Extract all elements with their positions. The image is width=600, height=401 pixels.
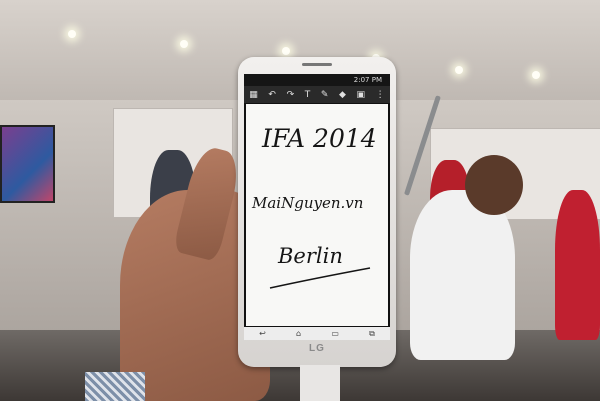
- ceiling-light: [282, 47, 290, 55]
- pen-icon[interactable]: ✎: [321, 90, 329, 100]
- eraser-icon[interactable]: ◆: [339, 90, 346, 100]
- handwriting-line-2: MaiNguyen.vn: [252, 194, 364, 212]
- grid-icon[interactable]: ▦: [249, 90, 258, 100]
- background-person-white-shirt: [410, 190, 515, 360]
- phone-screen: 2:07 PM ▦ ↶ ↷ T ✎ ◆ ▣ ⋮ IFA 2014 MaiNguy…: [244, 74, 390, 340]
- background-person: [555, 190, 600, 340]
- back-icon[interactable]: ↩: [259, 329, 266, 338]
- cable-dock: [300, 365, 340, 401]
- brand-logo: LG: [309, 343, 325, 354]
- memo-toolbar: ▦ ↶ ↷ T ✎ ◆ ▣ ⋮: [244, 86, 390, 103]
- shirt-cuff: [85, 372, 145, 401]
- phone-speaker: [302, 63, 332, 66]
- handwriting-underline: [269, 267, 371, 289]
- android-nav-bar: ↩ ⌂ ▭ ⧉: [244, 327, 390, 340]
- status-bar: 2:07 PM: [244, 74, 390, 86]
- dual-window-icon[interactable]: ⧉: [369, 329, 375, 339]
- save-icon[interactable]: ▣: [357, 90, 366, 100]
- handwriting-line-1: IFA 2014: [262, 124, 377, 153]
- memo-canvas[interactable]: IFA 2014 MaiNguyen.vn Berlin: [246, 104, 388, 326]
- status-time: 2:07 PM: [353, 76, 382, 84]
- home-icon[interactable]: ⌂: [296, 329, 301, 338]
- menu-icon[interactable]: ⋮: [376, 90, 385, 100]
- recents-icon[interactable]: ▭: [331, 329, 339, 338]
- ceiling-light: [180, 40, 188, 48]
- redo-icon[interactable]: ↷: [287, 90, 295, 100]
- undo-icon[interactable]: ↶: [268, 90, 276, 100]
- ceiling-light: [68, 30, 76, 38]
- smartphone: 2:07 PM ▦ ↶ ↷ T ✎ ◆ ▣ ⋮ IFA 2014 MaiNguy…: [238, 57, 396, 367]
- ceiling-light: [455, 66, 463, 74]
- text-icon[interactable]: T: [305, 90, 311, 100]
- background-person-head: [465, 155, 523, 215]
- photo-scene: 2:07 PM ▦ ↶ ↷ T ✎ ◆ ▣ ⋮ IFA 2014 MaiNguy…: [0, 0, 600, 401]
- background-tv-screen: [0, 125, 55, 203]
- ceiling-light: [532, 71, 540, 79]
